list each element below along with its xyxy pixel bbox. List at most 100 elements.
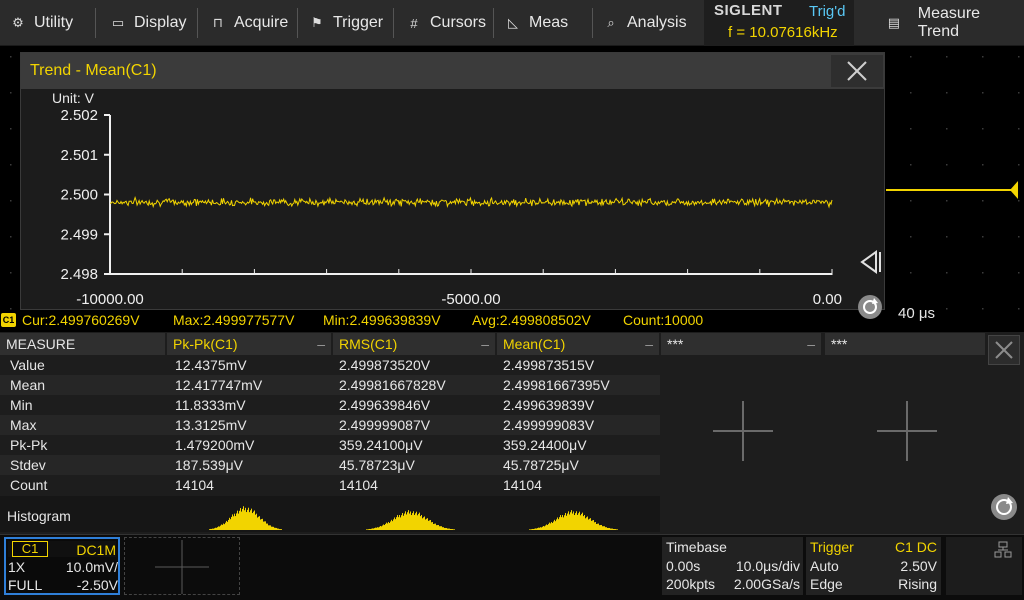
menu-display[interactable]: ▭ Display [110,0,187,46]
histogram-bar [398,517,399,530]
close-icon [995,341,1013,359]
histogram-bar [581,513,582,530]
histogram-bar [277,528,278,530]
histogram-bar [584,514,585,530]
histogram-bar [436,525,437,530]
histogram-bar [590,518,591,530]
histogram-bar [280,529,281,530]
histogram-bar [534,528,535,530]
menu-trigger[interactable]: ⚑ Trigger [309,0,383,46]
column-empty-1-label: *** [667,336,684,352]
histogram-bar [589,518,590,530]
menu-measure-trend[interactable]: ▤ Measure Trend [886,0,1024,46]
histogram-bar [576,511,577,530]
cell: 359.24400μV [503,437,587,453]
histogram-bar [574,515,575,530]
histogram-bar [433,523,434,530]
histogram-bar [565,512,566,530]
histogram-bar [260,519,261,530]
histogram-bar [438,524,439,530]
plus-icon [155,540,209,594]
cell: 12.4375mV [175,357,247,373]
cell: 2.499999083V [503,417,595,433]
trend-stats: C1 Cur:2.499760269V Max:2.499977577V Min… [0,311,720,329]
y-tick-label: 2.500 [60,187,98,204]
histogram-bar [575,513,576,530]
histogram-bar [540,527,541,530]
histogram-bar [243,506,244,530]
column-empty-2-label: *** [831,336,848,352]
histogram-bar [543,525,544,530]
histogram-bar [587,516,588,530]
trigger-box[interactable]: Trigger C1 DC Auto 2.50V Edge Rising [806,537,941,595]
histogram-bar [380,525,381,530]
menu-analysis[interactable]: ⌕ Analysis [603,0,686,46]
histogram-bar [388,521,389,530]
histogram-bar [367,529,368,530]
column-mean[interactable]: Mean(C1) – [497,333,659,355]
y-tick-label: 2.499 [60,226,98,243]
histogram-bar [588,519,589,530]
trend-chart: 2.502 2.501 2.500 2.499 2.498 -10000.00 -5000.… [60,107,842,308]
column-pkpk[interactable]: Pk-Pk(C1) – [167,333,331,355]
histogram-bar [415,513,416,530]
histogram-bar [384,525,385,530]
measure-panel: MEASURE Pk-Pk(C1) – RMS(C1) – Mean(C1) – **… [0,332,1024,534]
add-measure-slot-1[interactable] [713,401,773,461]
play-back-icon[interactable] [858,248,884,276]
row-label: Pk-Pk [10,437,48,453]
histogram-bar [414,514,415,530]
histogram-bar [591,520,592,530]
histogram-bar [582,512,583,530]
menu-cursors[interactable]: # Cursors [406,0,486,46]
refresh-icon[interactable] [989,492,1019,522]
histogram-bar [562,514,563,530]
add-measure-slot-2[interactable] [877,401,937,461]
histogram-bar [387,523,388,530]
network-button[interactable] [946,537,1022,595]
histogram-bar [557,517,558,530]
measure-close-button[interactable] [988,335,1020,365]
column-empty-1[interactable]: *** – [661,333,821,355]
histogram-bar [568,511,569,530]
histogram-pkpk [209,506,282,530]
histogram-label: Histogram [7,508,71,524]
cell: 359.24100μV [339,437,423,453]
add-channel-box[interactable] [124,537,240,595]
histogram-bar [427,518,428,530]
histogram-bar [212,528,213,530]
stat-count: Count:10000 [623,312,704,328]
x-tick-label: -5000.00 [441,291,500,308]
histogram-bar [612,528,613,530]
histogram-bar [539,527,540,530]
measure-row-min: Min 11.8333mV 2.499639846V 2.499639839V [0,395,660,415]
histogram-bar [431,522,432,530]
histogram-bar [555,521,556,530]
histogram-bar [420,516,421,530]
channel-1-box[interactable]: C1 DC1M 1X 10.0mV/ FULL -2.50V [4,537,120,595]
histogram-bar [255,514,256,530]
status-box: SIGLENT Trig'd f = 10.07616kHz [704,0,854,46]
refresh-icon[interactable] [856,293,884,321]
cursors-icon: # [410,15,418,31]
column-rms[interactable]: RMS(C1) – [333,333,495,355]
histogram-bar [209,529,210,530]
histogram-bar [446,527,447,530]
histogram-bar [405,511,406,530]
stat-min: Min:2.499639839V [323,312,441,328]
timebase-box[interactable]: Timebase 0.00s 10.0μs/div 200kpts 2.00GS… [662,537,803,595]
acquire-icon: ⊓ [212,15,224,30]
histogram-bar [249,512,250,530]
histogram-bar [245,507,246,530]
histogram-bar [605,527,606,530]
measure-row-count: Count 14104 14104 14104 [0,475,660,495]
column-empty-2[interactable]: *** [825,333,985,355]
histogram-bar [232,514,233,530]
gear-icon: ⚙ [12,15,24,30]
row-label: Value [10,357,45,373]
menu-utility[interactable]: ⚙ Utility [10,0,73,46]
histogram-bar [594,522,595,530]
channel-1-scale: 10.0mV/ [65,559,118,575]
menu-acquire[interactable]: ⊓ Acquire [210,0,288,46]
menu-meas[interactable]: ◺ Meas [505,0,568,46]
